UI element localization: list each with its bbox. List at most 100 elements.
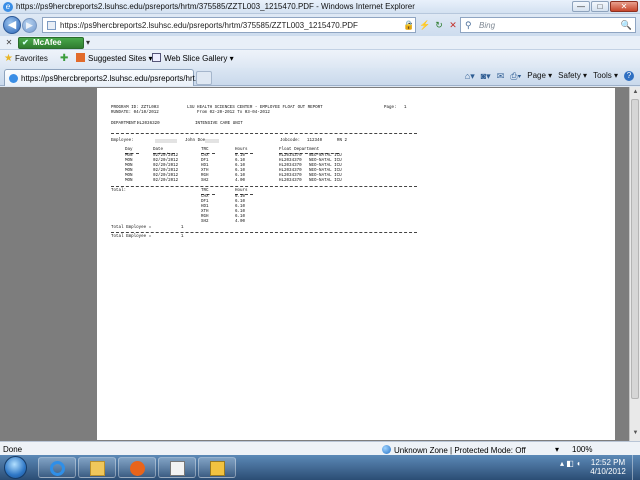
taskbar-explorer[interactable] bbox=[78, 457, 116, 478]
vertical-scrollbar[interactable]: ▲ ▼ bbox=[629, 87, 640, 441]
favorites-bar: ★ Favorites ✚ Suggested Sites ▾ Web Slice… bbox=[0, 50, 640, 68]
address-bar[interactable]: https://ps9hercbreports2.lsuhsc.edu/psre… bbox=[42, 17, 416, 33]
jobcode-label: Jobcode: bbox=[280, 139, 301, 143]
tab-label: https://ps9hercbreports2.lsuhsc.edu/psre… bbox=[21, 74, 202, 83]
page-number: 1 bbox=[404, 106, 407, 110]
redacted-name bbox=[205, 139, 219, 143]
tab-bar: https://ps9hercbreports2.lsuhsc.edu/psre… bbox=[0, 68, 640, 86]
help-icon[interactable]: ? bbox=[624, 71, 634, 81]
employee-name: John Doe bbox=[185, 139, 206, 143]
mcafee-toolbar: ✕ ✔ McAfee ▾ bbox=[0, 36, 640, 50]
clock-time: 12:52 PM bbox=[590, 458, 626, 467]
favorites-button[interactable]: ★ Favorites bbox=[4, 53, 48, 64]
total-hours: 4.00 bbox=[235, 220, 246, 224]
ie-tab-icon bbox=[9, 74, 18, 83]
taskbar-ie[interactable] bbox=[38, 457, 76, 478]
zoom-dropdown-icon[interactable]: ▾ bbox=[555, 445, 559, 454]
mcafee-dropdown-icon[interactable]: ▾ bbox=[86, 38, 90, 47]
forward-button[interactable]: ▶ bbox=[22, 18, 37, 33]
row-trc: SH2 bbox=[201, 179, 209, 183]
address-url[interactable]: https://ps9hercbreports2.lsuhsc.edu/psre… bbox=[60, 21, 358, 30]
forward-icon: ▶ bbox=[26, 20, 33, 30]
stop-icon[interactable]: ✕ bbox=[446, 17, 460, 33]
mail-icon[interactable]: ✉ bbox=[497, 71, 505, 82]
tray-icons[interactable]: ▴ ◧ ◖ bbox=[560, 459, 581, 468]
tab-current[interactable]: https://ps9hercbreports2.lsuhsc.edu/psre… bbox=[4, 69, 202, 86]
divider bbox=[111, 232, 417, 233]
taskbar-media-player[interactable] bbox=[118, 457, 156, 478]
total-label: Total: bbox=[111, 189, 127, 193]
row-dept-name: NEO-NATAL ICU bbox=[309, 179, 342, 183]
web-slice-label: Web Slice Gallery ▾ bbox=[164, 54, 234, 63]
close-button[interactable]: ✕ bbox=[610, 1, 638, 12]
print-icon[interactable]: ⎙▾ bbox=[510, 71, 521, 82]
web-slice-gallery-link[interactable]: Web Slice Gallery ▾ bbox=[152, 53, 234, 63]
close-toolbar-icon[interactable]: ✕ bbox=[4, 38, 14, 48]
total-employees-label: Total Employee = bbox=[111, 235, 152, 239]
suggested-sites-link[interactable]: Suggested Sites ▾ bbox=[76, 53, 153, 63]
zoom-level[interactable]: 100% bbox=[572, 445, 592, 454]
start-orb-icon[interactable] bbox=[4, 456, 27, 479]
page-icon bbox=[47, 21, 56, 30]
folder-icon bbox=[90, 461, 105, 476]
suggested-sites-label: Suggested Sites ▾ bbox=[88, 54, 153, 63]
department-id: HL2036320 bbox=[137, 122, 160, 126]
window-title: https://ps9hercbreports2.lsuhsc.edu/psre… bbox=[16, 2, 415, 11]
search-icon[interactable]: 🔍 bbox=[621, 20, 632, 31]
taskbar-outlook[interactable] bbox=[198, 457, 236, 478]
taskbar: ▴ ◧ ◖ 12:52 PM 4/10/2012 bbox=[0, 455, 640, 480]
date-range: From 02-20-2012 To 03-04-2012 bbox=[197, 111, 270, 115]
scroll-thumb[interactable] bbox=[631, 99, 639, 399]
rn-label: RN 2 bbox=[337, 139, 348, 143]
suggested-sites-icon bbox=[76, 53, 85, 62]
window-controls: — □ ✕ bbox=[572, 1, 638, 12]
divider bbox=[111, 133, 417, 134]
row-day: MON bbox=[125, 179, 133, 183]
title-bar: e https://ps9hercbreports2.lsuhsc.edu/ps… bbox=[0, 0, 640, 14]
show-desktop-button[interactable] bbox=[632, 455, 640, 480]
scroll-up-icon[interactable]: ▲ bbox=[631, 89, 640, 98]
minimize-button[interactable]: — bbox=[572, 1, 590, 12]
employee-label: Employee: bbox=[111, 139, 134, 143]
compatibility-view-button[interactable]: ⚡ bbox=[418, 17, 432, 33]
lock-icon[interactable]: 🔒 bbox=[402, 17, 416, 33]
row-date: 02/20/2012 bbox=[153, 179, 179, 183]
status-bar: Done Unknown Zone | Protected Mode: Off … bbox=[0, 441, 640, 455]
total-employees-value: 1 bbox=[181, 235, 184, 239]
ie-icon: e bbox=[3, 2, 13, 12]
check-icon: ✔ bbox=[22, 38, 29, 47]
favorites-label: Favorites bbox=[14, 54, 48, 63]
home-icon[interactable]: ⌂▾ bbox=[465, 71, 475, 82]
maximize-button[interactable]: □ bbox=[591, 1, 609, 12]
safety-menu[interactable]: Safety ▾ bbox=[558, 71, 587, 82]
mcafee-button[interactable]: ✔ McAfee bbox=[18, 37, 84, 49]
status-text: Done bbox=[3, 445, 23, 454]
page-menu[interactable]: Page ▾ bbox=[527, 71, 552, 82]
back-button[interactable]: ◀ bbox=[3, 16, 21, 34]
refresh-icon[interactable]: ↻ bbox=[432, 17, 446, 33]
command-bar: ⌂▾ ◙▾ ✉ ⎙▾ Page ▾ Safety ▾ Tools ▾ ? bbox=[465, 71, 634, 82]
add-to-favorites-icon[interactable]: ✚ bbox=[60, 53, 68, 64]
zone-label: Unknown Zone | Protected Mode: Off bbox=[394, 446, 526, 455]
total-employee-value: 1 bbox=[181, 226, 184, 230]
rss-icon[interactable]: ◙▾ bbox=[481, 71, 491, 82]
scroll-down-icon[interactable]: ▼ bbox=[631, 430, 640, 439]
department-name: INTENSIVE CARE UNIT bbox=[195, 122, 243, 126]
clock[interactable]: 12:52 PM 4/10/2012 bbox=[586, 458, 630, 476]
total-employee-label: Total Employee = bbox=[111, 226, 152, 230]
search-placeholder[interactable]: Bing bbox=[479, 21, 495, 30]
page-label: Page: bbox=[384, 106, 397, 110]
favorites-star-icon: ★ bbox=[4, 53, 13, 64]
taskbar-pdf[interactable] bbox=[158, 457, 196, 478]
search-box[interactable]: ⚲ Bing 🔍 bbox=[460, 17, 636, 33]
tools-menu[interactable]: Tools ▾ bbox=[593, 71, 618, 82]
pdf-viewer[interactable]: PROGRAM ID: ZZTL003 RUNDATE: 04/10/2012 … bbox=[0, 87, 640, 441]
new-tab-button[interactable] bbox=[196, 71, 212, 85]
pdf-icon bbox=[170, 461, 185, 476]
jobcode: 112340 bbox=[307, 139, 323, 143]
globe-icon bbox=[382, 445, 391, 454]
security-zone[interactable]: Unknown Zone | Protected Mode: Off bbox=[382, 445, 526, 455]
run-date: RUNDATE: 04/10/2012 bbox=[111, 111, 159, 115]
bing-icon: ⚲ bbox=[465, 20, 472, 30]
department-label: DEPARTMENT: bbox=[111, 122, 139, 126]
